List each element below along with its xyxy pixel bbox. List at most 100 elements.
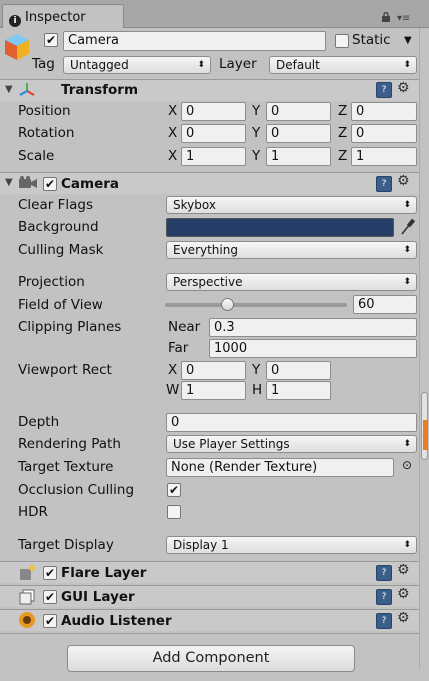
rendering-path-dropdown[interactable]: Use Player Settings ⬍ bbox=[166, 435, 417, 453]
gui-layer-title: GUI Layer bbox=[61, 589, 135, 605]
updown-arrow-icon: ⬍ bbox=[403, 540, 411, 550]
flare-layer-checkbox[interactable]: ✔ bbox=[43, 566, 57, 580]
target-display-value: Display 1 bbox=[173, 538, 229, 552]
add-component-button[interactable]: Add Component bbox=[67, 645, 355, 672]
lock-icon[interactable] bbox=[381, 12, 391, 22]
scale-z-input[interactable]: 1 bbox=[351, 147, 417, 166]
axis-z-label: Z bbox=[338, 125, 348, 141]
culling-mask-label: Culling Mask bbox=[18, 242, 104, 258]
tab-inspector[interactable]: i Inspector bbox=[2, 4, 124, 28]
static-checkbox[interactable] bbox=[335, 34, 349, 48]
axis-y-label: Y bbox=[252, 103, 261, 119]
help-book-icon[interactable]: ? bbox=[376, 82, 392, 98]
rendering-path-value: Use Player Settings bbox=[173, 437, 290, 451]
gear-icon[interactable]: ⚙ bbox=[397, 586, 410, 602]
tab-inspector-label: Inspector bbox=[25, 10, 86, 25]
axis-z-label: Z bbox=[338, 103, 348, 119]
updown-arrow-icon: ⬍ bbox=[403, 439, 411, 449]
audio-listener-title: Audio Listener bbox=[61, 613, 172, 629]
occlusion-culling-label: Occlusion Culling bbox=[18, 482, 135, 498]
scale-y-input[interactable]: 1 bbox=[266, 147, 331, 166]
info-icon: i bbox=[9, 15, 21, 27]
axis-y-label: Y bbox=[252, 148, 261, 164]
projection-label: Projection bbox=[18, 274, 85, 290]
axis-y-label: Y bbox=[252, 125, 261, 141]
field-of-view-slider-track[interactable] bbox=[165, 303, 347, 307]
camera-component-icon bbox=[19, 176, 37, 188]
static-label: Static bbox=[352, 32, 391, 48]
foldout-arrow-icon[interactable]: ▼ bbox=[5, 84, 13, 95]
hdr-checkbox[interactable] bbox=[167, 505, 181, 519]
help-book-icon[interactable]: ? bbox=[376, 176, 392, 192]
viewport-w-input[interactable]: 1 bbox=[181, 381, 246, 400]
gameobject-active-checkbox[interactable]: ✔ bbox=[44, 33, 58, 47]
near-clip-input[interactable]: 0.3 bbox=[209, 318, 417, 337]
position-y-input[interactable]: 0 bbox=[266, 102, 331, 121]
object-picker-icon[interactable]: ⊙ bbox=[402, 458, 412, 472]
viewport-x-input[interactable]: 0 bbox=[181, 361, 246, 380]
scrollbar-track[interactable] bbox=[419, 28, 429, 668]
axis-x-label: X bbox=[168, 148, 178, 164]
occlusion-culling-checkbox[interactable]: ✔ bbox=[167, 483, 181, 497]
projection-dropdown[interactable]: Perspective ⬍ bbox=[166, 273, 417, 291]
gameobject-cube-icon bbox=[5, 34, 29, 60]
gear-icon[interactable]: ⚙ bbox=[397, 80, 410, 96]
gui-layer-checkbox[interactable]: ✔ bbox=[43, 590, 57, 604]
gear-icon[interactable]: ⚙ bbox=[397, 610, 410, 626]
rendering-path-label: Rendering Path bbox=[18, 436, 121, 452]
rotation-y-input[interactable]: 0 bbox=[266, 124, 331, 143]
help-book-icon[interactable]: ? bbox=[376, 613, 392, 629]
transform-title: Transform bbox=[61, 82, 139, 98]
scroll-position-marker bbox=[423, 420, 428, 450]
scale-x-input[interactable]: 1 bbox=[181, 147, 246, 166]
layer-label: Layer bbox=[219, 56, 257, 72]
viewport-rect-label: Viewport Rect bbox=[18, 362, 112, 378]
target-display-dropdown[interactable]: Display 1 ⬍ bbox=[166, 536, 417, 554]
depth-label: Depth bbox=[18, 414, 60, 430]
panel-menu-icon[interactable]: ▾≡ bbox=[397, 13, 410, 24]
camera-enabled-checkbox[interactable]: ✔ bbox=[43, 177, 57, 191]
flare-layer-icon bbox=[20, 565, 35, 580]
rotation-x-input[interactable]: 0 bbox=[181, 124, 246, 143]
tag-dropdown[interactable]: Untagged ⬍ bbox=[63, 56, 211, 74]
clear-flags-dropdown[interactable]: Skybox ⬍ bbox=[166, 196, 417, 214]
viewport-h-input[interactable]: 1 bbox=[266, 381, 331, 400]
field-of-view-input[interactable]: 60 bbox=[353, 295, 417, 314]
updown-arrow-icon: ⬍ bbox=[197, 60, 205, 70]
far-clip-input[interactable]: 1000 bbox=[209, 339, 417, 358]
position-z-input[interactable]: 0 bbox=[351, 102, 417, 121]
viewport-y-input[interactable]: 0 bbox=[266, 361, 331, 380]
gear-icon[interactable]: ⚙ bbox=[397, 173, 410, 189]
gameobject-name-input[interactable]: Camera bbox=[63, 31, 326, 51]
audio-listener-checkbox[interactable]: ✔ bbox=[43, 614, 57, 628]
gear-icon[interactable]: ⚙ bbox=[397, 562, 410, 578]
updown-arrow-icon: ⬍ bbox=[403, 277, 411, 287]
updown-arrow-icon: ⬍ bbox=[403, 200, 411, 210]
field-of-view-slider-handle[interactable] bbox=[220, 298, 234, 311]
help-book-icon[interactable]: ? bbox=[376, 589, 392, 605]
field-of-view-label: Field of View bbox=[18, 297, 103, 313]
layer-dropdown[interactable]: Default ⬍ bbox=[269, 56, 417, 74]
axis-x-label: X bbox=[168, 103, 178, 119]
updown-arrow-icon: ⬍ bbox=[403, 245, 411, 255]
target-texture-field[interactable]: None (Render Texture) bbox=[166, 458, 394, 477]
rotation-z-input[interactable]: 0 bbox=[351, 124, 417, 143]
projection-value: Perspective bbox=[173, 275, 243, 289]
axis-z-label: Z bbox=[338, 148, 348, 164]
viewport-h-label: H bbox=[252, 382, 263, 398]
clipping-planes-label: Clipping Planes bbox=[18, 319, 122, 335]
background-label: Background bbox=[18, 219, 99, 235]
camera-title: Camera bbox=[61, 176, 120, 192]
static-dropdown-icon[interactable]: ▼ bbox=[404, 35, 412, 46]
culling-mask-dropdown[interactable]: Everything ⬍ bbox=[166, 241, 417, 259]
position-x-input[interactable]: 0 bbox=[181, 102, 246, 121]
tag-label: Tag bbox=[32, 56, 55, 72]
gui-layer-icon bbox=[19, 589, 35, 605]
depth-input[interactable]: 0 bbox=[166, 413, 417, 432]
background-color-swatch[interactable] bbox=[166, 218, 394, 237]
foldout-arrow-icon[interactable]: ▼ bbox=[5, 177, 13, 188]
eyedropper-icon[interactable] bbox=[399, 218, 415, 236]
rotation-label: Rotation bbox=[18, 125, 75, 141]
help-book-icon[interactable]: ? bbox=[376, 565, 392, 581]
viewport-y-label: Y bbox=[252, 362, 261, 378]
